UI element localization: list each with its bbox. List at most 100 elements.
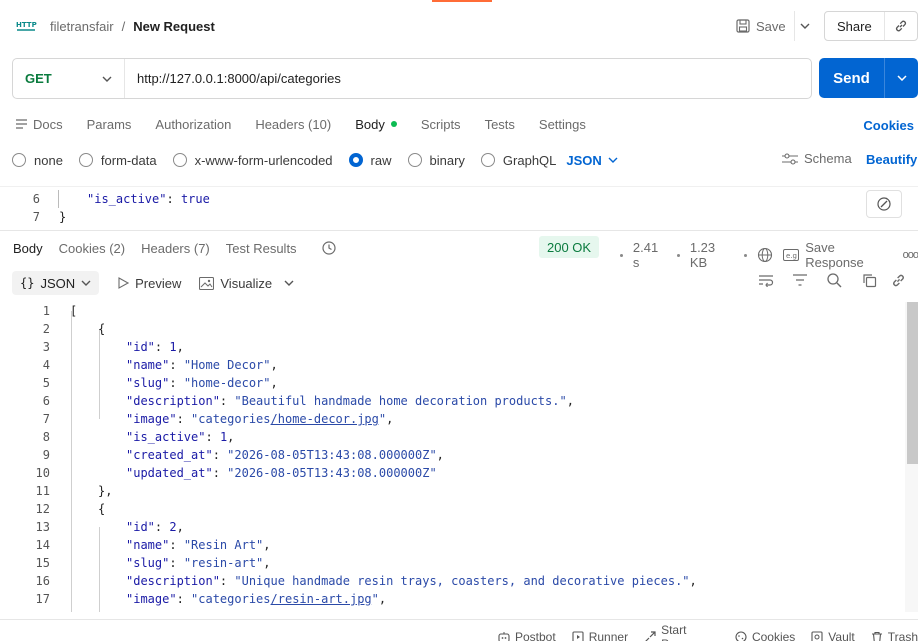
json-punct: ,: [386, 412, 394, 426]
json-key: "name": [126, 538, 170, 552]
tab-settings[interactable]: Settings: [539, 117, 586, 132]
json-link[interactable]: /resin-art.jpg: [271, 592, 372, 606]
runner-button[interactable]: Runner: [572, 630, 628, 641]
response-format-select[interactable]: {} JSON: [12, 271, 100, 295]
line-number: 6: [32, 192, 40, 206]
filter-icon[interactable]: [792, 274, 808, 286]
history-icon[interactable]: [321, 240, 337, 256]
json-punct: :: [169, 538, 184, 552]
tab-scripts[interactable]: Scripts: [421, 117, 461, 132]
sliders-icon: [782, 152, 798, 165]
dot-separator: [620, 253, 623, 257]
search-icon[interactable]: [826, 272, 842, 288]
tab-headers[interactable]: Headers (10): [255, 117, 331, 132]
request-tabs: Docs Params Authorization Headers (10) B…: [16, 114, 610, 134]
save-icon: [736, 19, 750, 33]
cookies-button[interactable]: Cookies: [735, 630, 795, 641]
radio-button[interactable]: [480, 153, 495, 167]
response-body-viewer[interactable]: 1[2{3 "id": 1, 4 "name": "Home Decor", 5 "slu…: [0, 302, 905, 612]
pane-divider[interactable]: [0, 230, 918, 231]
send-options-button[interactable]: [885, 58, 918, 98]
json-value: "2026-08-05T13:43:08.000000Z": [227, 448, 437, 462]
response-toolbar: {} JSON Preview Visualize: [12, 271, 294, 295]
status-bar: Postbot Runner Start Proxy Cookies Vault…: [0, 619, 918, 641]
response-size[interactable]: 1.23 KB: [690, 240, 735, 270]
chevron-down-icon[interactable]: [284, 280, 294, 286]
active-tab-accent: [432, 0, 492, 2]
json-punct: :: [169, 358, 184, 372]
preview-button[interactable]: Preview: [117, 276, 181, 291]
postbot-icon: [498, 631, 510, 641]
method-select[interactable]: GET: [13, 59, 125, 98]
start-proxy-button[interactable]: Start Proxy: [644, 623, 719, 641]
cookies-link[interactable]: Cookies: [863, 118, 914, 133]
mode-none[interactable]: none: [12, 153, 63, 168]
mode-raw[interactable]: raw: [348, 153, 392, 168]
tab-response-body[interactable]: Body: [13, 241, 43, 256]
json-punct: :: [169, 556, 184, 570]
format-label: JSON: [40, 275, 76, 291]
json-link[interactable]: /home-decor.jpg: [271, 412, 379, 426]
breadcrumb: HTTP filetransfair / New Request: [16, 14, 215, 38]
trash-button[interactable]: Trash: [871, 630, 918, 641]
postbot-button[interactable]: Postbot: [498, 630, 556, 641]
response-scrollbar[interactable]: [905, 302, 918, 612]
save-options-button[interactable]: [793, 11, 816, 41]
code-text: "name": "Home Decor",: [126, 356, 278, 374]
more-options-icon[interactable]: ooo: [903, 249, 918, 261]
status-badge[interactable]: 200 OK: [539, 236, 600, 258]
json-value: "home-decor": [183, 376, 271, 390]
radio-button-selected[interactable]: [348, 153, 363, 167]
beautify-button[interactable]: Beautify: [866, 152, 917, 167]
request-body-editor[interactable]: 6 "is_active": true 7 }: [0, 186, 918, 230]
tab-body[interactable]: Body: [355, 117, 397, 132]
tab-response-cookies[interactable]: Cookies (2): [59, 241, 125, 256]
json-punct: :: [166, 192, 181, 206]
globe-icon[interactable]: [757, 247, 773, 263]
link-icon[interactable]: [891, 273, 906, 288]
method-label: GET: [25, 71, 52, 86]
wrap-lines-icon[interactable]: [758, 273, 774, 287]
send-button[interactable]: Send: [819, 58, 885, 98]
radio-button[interactable]: [407, 153, 422, 167]
response-time[interactable]: 2.41 s: [633, 240, 667, 270]
code-text: "name": "Resin Art",: [126, 536, 271, 554]
vault-button[interactable]: Vault: [811, 630, 855, 641]
scrollbar-thumb[interactable]: [907, 302, 918, 464]
url-input[interactable]: http://127.0.0.1:8000/api/categories: [125, 71, 341, 86]
copy-icon[interactable]: [862, 273, 877, 288]
tab-test-results[interactable]: Test Results: [226, 241, 297, 256]
schema-button[interactable]: Schema: [782, 151, 852, 166]
tab-tests[interactable]: Tests: [485, 117, 515, 132]
dot-separator: [676, 253, 680, 257]
mode-binary[interactable]: binary: [407, 153, 465, 168]
save-button[interactable]: Save: [728, 11, 794, 41]
save-response-button[interactable]: e.g Save Response: [783, 240, 892, 270]
workspace-name[interactable]: filetransfair: [50, 19, 114, 34]
request-title[interactable]: New Request: [133, 19, 215, 34]
mode-graphql[interactable]: GraphQL: [480, 153, 556, 168]
share-button[interactable]: Share: [825, 12, 885, 40]
dot-separator: [744, 253, 748, 257]
mode-form-data[interactable]: form-data: [78, 153, 157, 168]
ai-assist-button[interactable]: [866, 190, 902, 218]
radio-button[interactable]: [12, 153, 26, 167]
breadcrumb-separator: /: [121, 18, 126, 34]
radio-button[interactable]: [78, 153, 93, 167]
visualize-button[interactable]: Visualize: [199, 276, 272, 291]
json-punct: [: [70, 304, 78, 318]
tab-authorization[interactable]: Authorization: [155, 117, 231, 132]
copy-link-button[interactable]: [885, 12, 917, 40]
radio-button[interactable]: [172, 153, 187, 167]
code-line: 8 "is_active": 1,: [0, 428, 905, 446]
magic-wand-icon: [876, 196, 892, 212]
body-format-select[interactable]: JSON: [566, 153, 618, 168]
tab-docs[interactable]: Docs: [16, 117, 63, 132]
chevron-down-icon: [896, 75, 907, 81]
chevron-down-icon: [800, 23, 810, 29]
http-request-icon: HTTP: [16, 19, 38, 33]
tab-response-headers[interactable]: Headers (7): [141, 241, 210, 256]
tab-params[interactable]: Params: [87, 117, 132, 132]
json-punct: :: [154, 520, 170, 534]
mode-urlencoded[interactable]: x-www-form-urlencoded: [172, 153, 333, 168]
